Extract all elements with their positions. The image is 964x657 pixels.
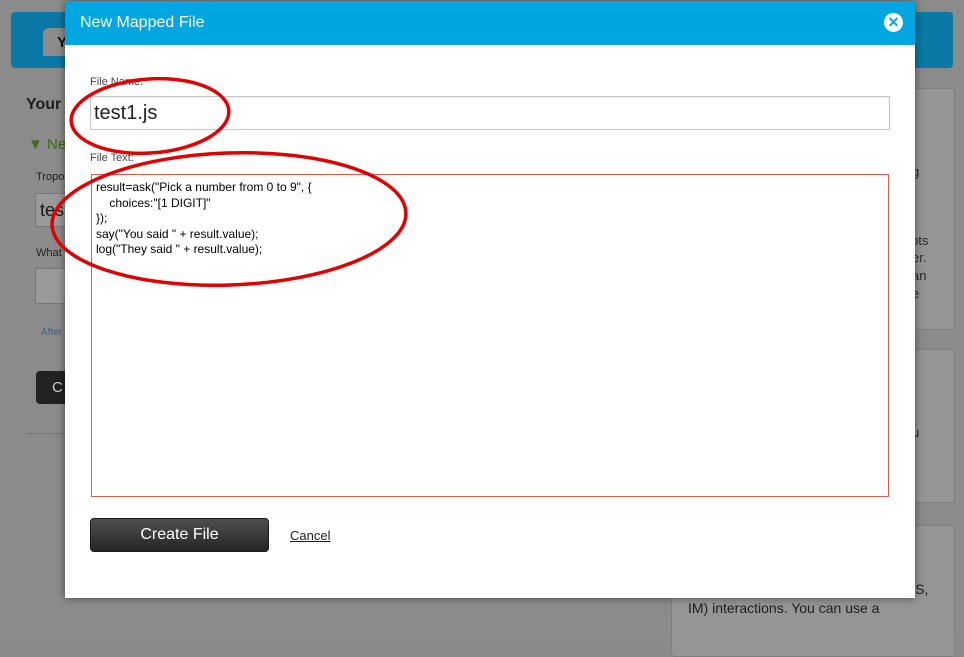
background-divider	[28, 433, 68, 434]
background-heading: Your	[26, 96, 62, 113]
file-text-label: File Text:	[90, 152, 134, 164]
create-file-button[interactable]: Create File	[90, 518, 269, 552]
dialog-header: New Mapped File ✕	[65, 1, 915, 45]
background-field2-label: What	[36, 247, 62, 259]
background-new-toggle: ▼ Ne	[28, 136, 67, 153]
background-after-link: After	[41, 327, 63, 338]
file-text-input[interactable]: result=ask("Pick a number from 0 to 9", …	[91, 174, 889, 497]
new-mapped-file-dialog: New Mapped File ✕ File Name: File Text: …	[65, 1, 915, 598]
file-name-input[interactable]	[90, 96, 890, 130]
file-name-label: File Name:	[90, 76, 144, 88]
background-field1-label: Tropo	[36, 171, 65, 183]
dialog-title: New Mapped File	[80, 14, 205, 31]
close-icon[interactable]: ✕	[884, 13, 903, 32]
cancel-link[interactable]: Cancel	[290, 528, 330, 543]
